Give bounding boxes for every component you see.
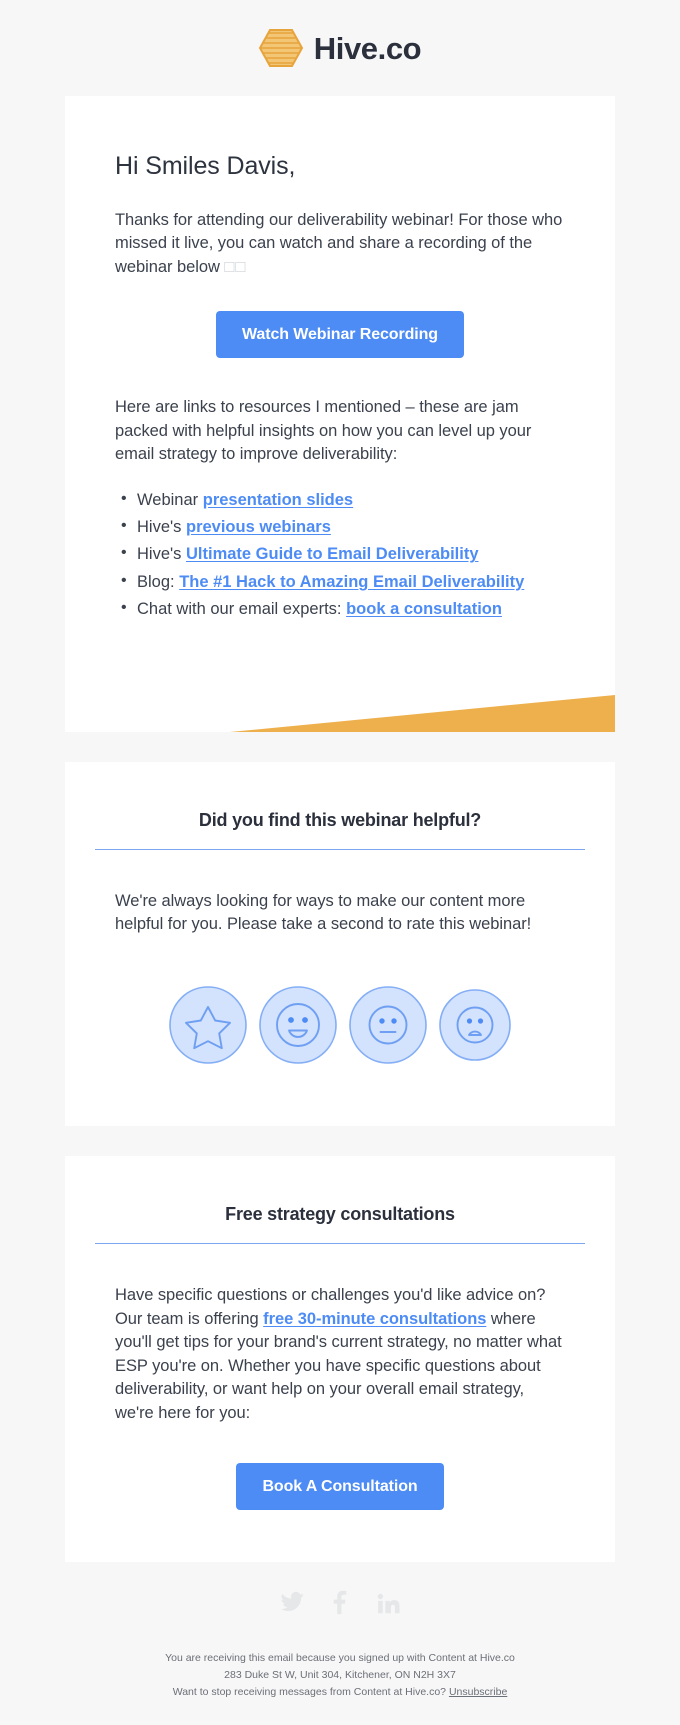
brand-logo[interactable]: Hive.co (258, 28, 422, 68)
facebook-icon (333, 1590, 347, 1615)
linkedin-link[interactable] (375, 1590, 401, 1616)
rating-options-row (65, 936, 615, 1126)
intro-emoji: □□ (224, 257, 247, 276)
consultations-paragraph: Have specific questions or challenges yo… (65, 1244, 615, 1425)
feedback-heading: Did you find this webinar helpful? (198, 809, 482, 830)
intro-paragraph: Thanks for attending our deliverability … (115, 209, 565, 279)
link-previous-webinars[interactable]: previous webinars (186, 518, 331, 536)
consultations-card: Free strategy consultations Have specifi… (65, 1156, 615, 1563)
twitter-link[interactable] (279, 1590, 305, 1616)
amber-wedge-decoration (230, 694, 615, 732)
list-item-prefix: Hive's (137, 518, 186, 537)
feedback-card: Did you find this webinar helpful? We're… (65, 761, 615, 1127)
unsubscribe-link[interactable]: Unsubscribe (449, 1686, 507, 1698)
star-icon (169, 986, 247, 1065)
social-links (0, 1590, 680, 1616)
list-item-prefix: Chat with our email experts: (137, 600, 347, 619)
rating-neutral-button[interactable] (347, 984, 429, 1066)
list-item: Hive's previous webinars (115, 513, 565, 541)
footer-line-3: Want to stop receiving messages from Con… (0, 1684, 680, 1701)
list-item-prefix: Webinar (137, 490, 203, 509)
link-blog-hack[interactable]: The #1 Hack to Amazing Email Deliverabil… (179, 573, 524, 591)
footer-unsubscribe-prefix: Want to stop receiving messages from Con… (172, 1686, 449, 1699)
list-item: Chat with our email experts: book a cons… (115, 595, 565, 623)
feedback-paragraph: We're always looking for ways to make ou… (115, 891, 532, 934)
main-content-card: Hi Smiles Davis, Thanks for attending ou… (65, 96, 615, 732)
rating-star-button[interactable] (167, 984, 249, 1066)
watch-webinar-button[interactable]: Watch Webinar Recording (216, 311, 464, 359)
card-gap (0, 731, 680, 762)
linkedin-icon (377, 1593, 400, 1614)
list-item: Hive's Ultimate Guide to Email Deliverab… (115, 540, 565, 568)
amber-wedge-wrap (65, 687, 615, 732)
link-presentation-slides[interactable]: presentation slides (203, 491, 353, 509)
link-free-consultations[interactable]: free 30-minute consultations (263, 1310, 486, 1328)
watch-webinar-cta-wrap: Watch Webinar Recording (115, 311, 565, 359)
intro-text: Thanks for attending our deliverability … (115, 211, 563, 276)
email-header: Hive.co (0, 0, 680, 96)
consultations-heading: Free strategy consultations (225, 1204, 455, 1225)
resource-links-list: Webinar presentation slides Hive's previ… (115, 486, 565, 624)
card-gap (0, 1126, 680, 1157)
link-book-a-consultation[interactable]: book a consultation (346, 600, 502, 618)
list-item-prefix: Hive's (137, 545, 186, 564)
footer-line-2: 283 Duke St W, Unit 304, Kitchener, ON N… (224, 1669, 456, 1682)
email-footer: You are receiving this email because you… (0, 1562, 680, 1725)
rating-happy-button[interactable] (257, 984, 339, 1066)
book-consultation-cta-wrap: Book A Consultation (65, 1425, 615, 1562)
footer-line-1: You are receiving this email because you… (165, 1652, 515, 1665)
sad-face-icon (439, 989, 511, 1062)
neutral-face-icon (349, 986, 427, 1065)
resources-intro-paragraph: Here are links to resources I mentioned … (115, 398, 532, 464)
book-consultation-button[interactable]: Book A Consultation (236, 1462, 444, 1511)
list-item: Webinar presentation slides (115, 486, 565, 514)
greeting-heading: Hi Smiles Davis, (115, 152, 296, 180)
hive-logo-icon (258, 28, 303, 68)
email-page: Hive.co Hi Smiles Davis, Thanks for atte… (0, 0, 680, 1725)
list-item: Blog: The #1 Hack to Amazing Email Deliv… (115, 568, 565, 596)
facebook-link[interactable] (327, 1590, 353, 1616)
happy-face-icon (259, 986, 337, 1065)
brand-name: Hive.co (313, 30, 422, 66)
rating-sad-button[interactable] (437, 987, 513, 1063)
list-item-prefix: Blog: (137, 572, 180, 591)
link-ultimate-guide[interactable]: Ultimate Guide to Email Deliverability (186, 545, 479, 563)
twitter-icon (281, 1591, 304, 1612)
